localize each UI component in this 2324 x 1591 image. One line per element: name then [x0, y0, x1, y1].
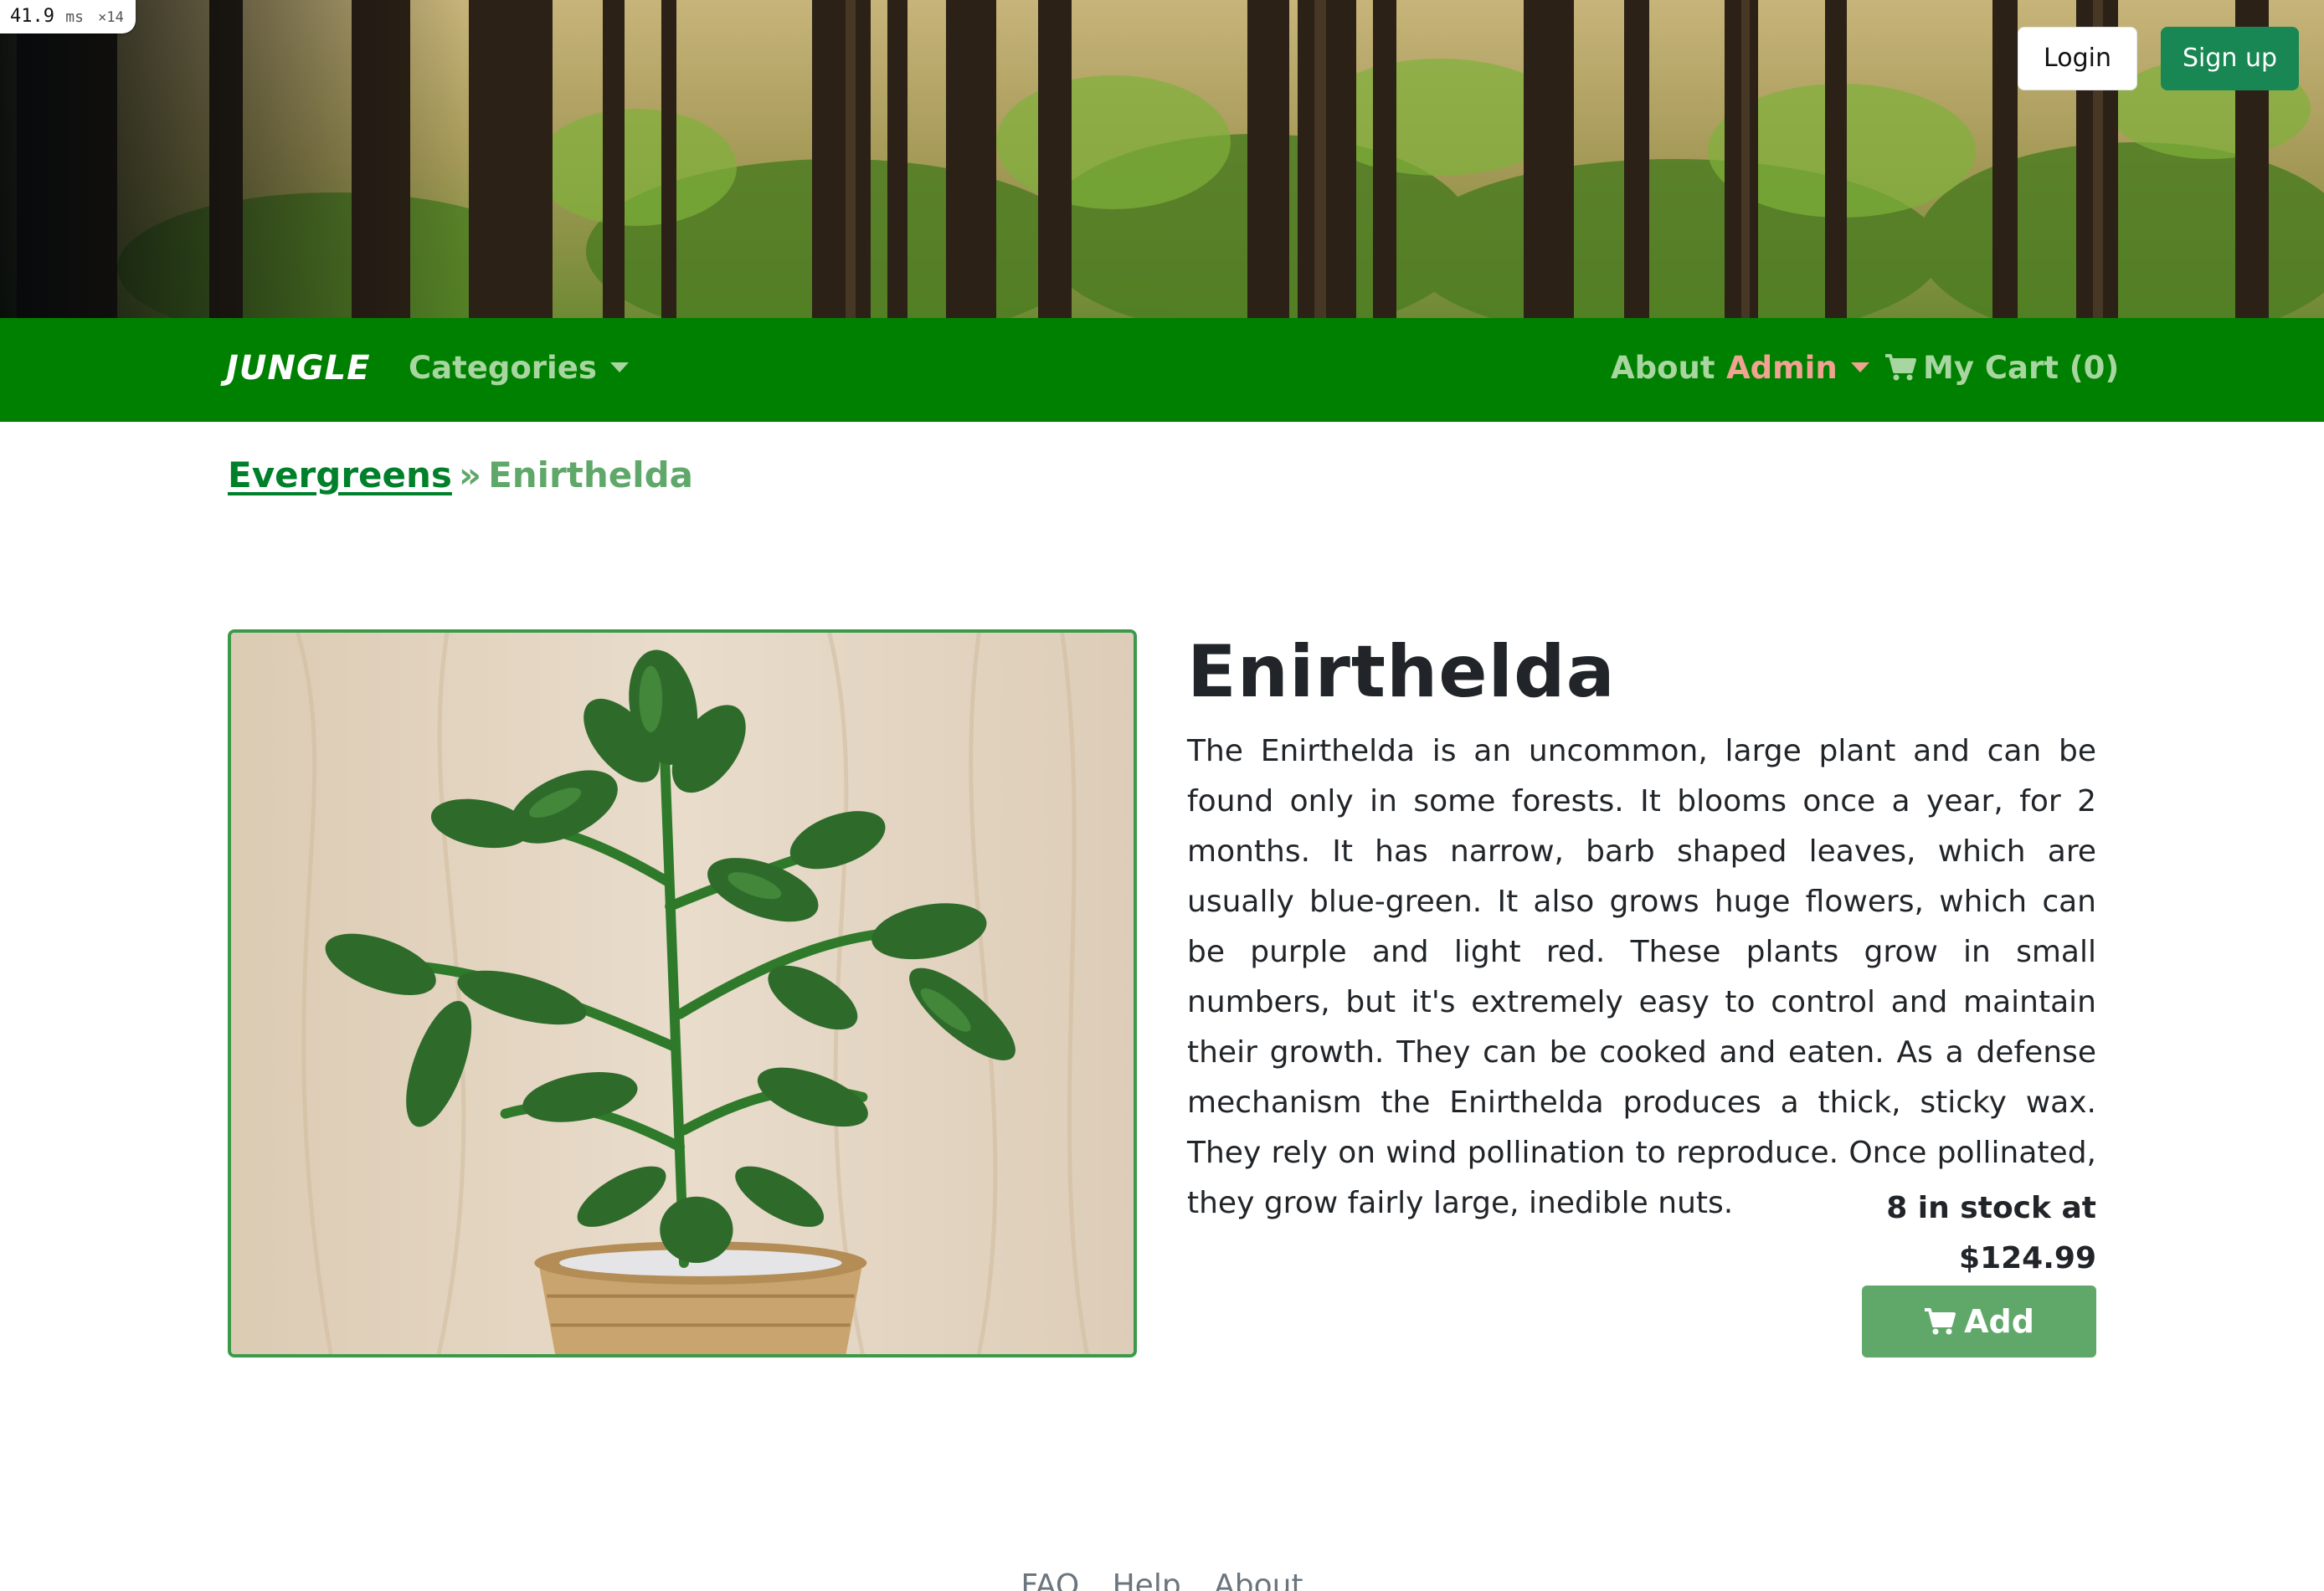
perf-value: 41.9	[10, 6, 54, 27]
my-cart-link[interactable]: My Cart (0)	[1884, 343, 2119, 393]
nav-about-link[interactable]: About	[1611, 343, 1715, 393]
footer-faq-link[interactable]: FAQ	[1021, 1568, 1079, 1591]
categories-label: Categories	[409, 350, 597, 386]
chevron-down-icon	[1850, 362, 1869, 372]
breadcrumb-separator: »	[458, 454, 482, 495]
performance-overlay: 41.9 ms ×14	[0, 0, 136, 33]
breadcrumb-category-link[interactable]: Evergreens	[228, 454, 452, 495]
potted-plant-photo	[231, 633, 1134, 1354]
footer-help-link[interactable]: Help	[1113, 1568, 1181, 1591]
breadcrumb-current: Enirthelda	[488, 454, 694, 495]
product-image	[228, 629, 1137, 1357]
stock-and-price: 8 in stock at $124.99	[1886, 1183, 2096, 1284]
admin-dropdown[interactable]: Admin	[1726, 343, 1869, 393]
perf-multiplier: ×14	[98, 9, 124, 26]
forest-background-image	[0, 0, 2324, 318]
footer-links: FAQ Help About	[0, 1565, 2324, 1591]
add-button-label: Add	[1964, 1303, 2034, 1340]
product-title: Enirthelda	[1187, 630, 1616, 714]
chevron-down-icon	[609, 362, 629, 372]
brand-logo[interactable]: JUNGLE	[226, 343, 370, 393]
shopping-cart-icon	[1925, 1308, 1956, 1335]
signup-button[interactable]: Sign up	[2160, 27, 2299, 90]
shopping-cart-icon	[1885, 353, 1916, 380]
footer-about-link[interactable]: About	[1214, 1568, 1303, 1591]
product-price: $124.99	[1959, 1241, 2096, 1275]
main-navbar: JUNGLE Categories About Admin My Cart (0…	[0, 318, 2324, 422]
product-description: The Enirthelda is an uncommon, large pla…	[1187, 734, 2096, 1220]
hero-banner: 41.9 ms ×14 Login Sign up	[0, 0, 2324, 318]
admin-label: Admin	[1726, 350, 1838, 386]
my-cart-label: My Cart (0)	[1923, 350, 2120, 386]
auth-buttons: Login Sign up	[2018, 27, 2299, 90]
breadcrumb: Evergreens» Enirthelda	[228, 449, 693, 502]
login-button[interactable]: Login	[2018, 27, 2137, 90]
perf-unit: ms	[65, 8, 84, 26]
add-to-cart-button[interactable]: Add	[1862, 1286, 2096, 1357]
categories-dropdown[interactable]: Categories	[409, 343, 629, 393]
stock-text: 8 in stock at	[1886, 1191, 2096, 1225]
